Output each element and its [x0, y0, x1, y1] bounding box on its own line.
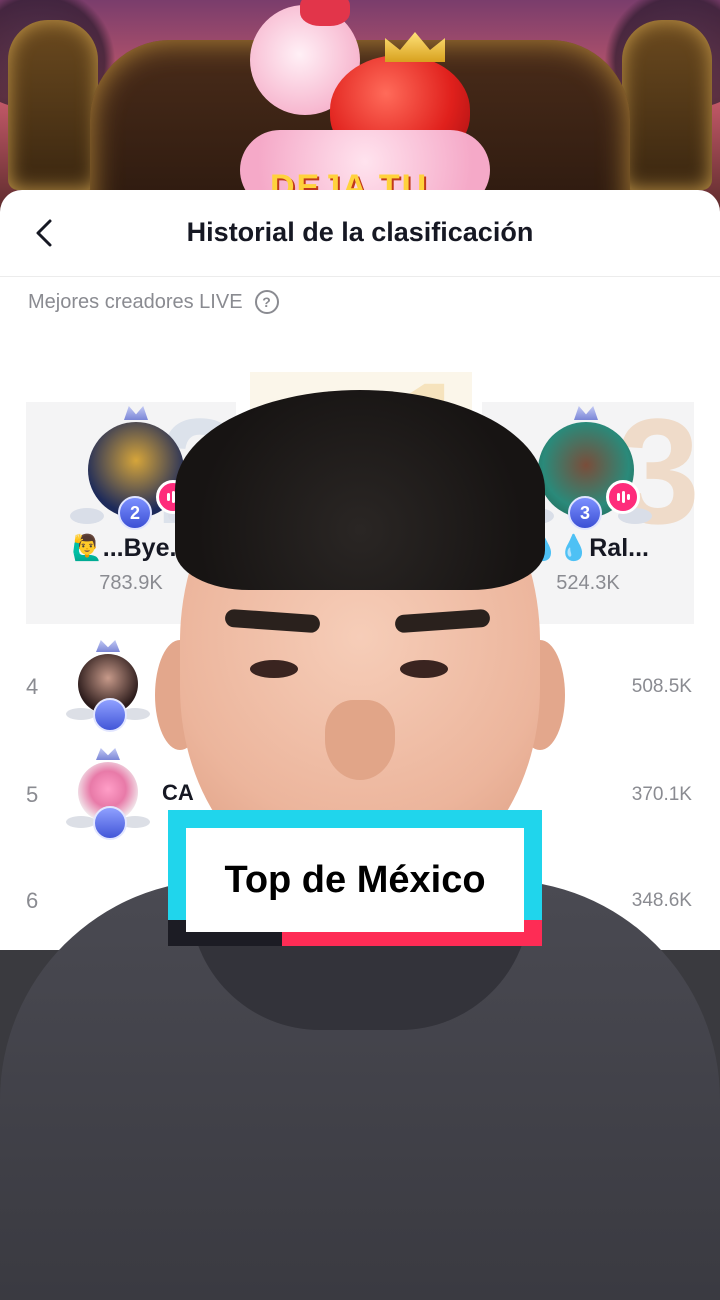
podium-second-place[interactable]: 2 2 🙋‍♂️...Bye... 783.9K — [26, 396, 242, 624]
row-rank: 5 — [26, 782, 39, 807]
crest-icon — [574, 406, 598, 420]
page-title: Historial de la clasificación — [186, 217, 534, 247]
caption-box: Top de México — [186, 828, 524, 932]
crest-icon — [96, 640, 120, 652]
row-score: 370.1K — [631, 784, 692, 805]
crown-icon — [385, 32, 445, 62]
creator-name: 💧💧Ral... — [527, 534, 649, 562]
live-indicator-icon — [156, 480, 190, 514]
event-banner[interactable]: DEJA TU — [0, 0, 720, 215]
row-name: CA — [162, 780, 194, 805]
row-score: 348.6K — [631, 890, 692, 911]
avatar[interactable]: 2 — [70, 406, 202, 530]
rank-badge-icon — [93, 698, 127, 732]
row-rank: 4 — [26, 674, 39, 699]
bow-decoration — [300, 0, 350, 26]
question-circle-icon[interactable]: ? — [254, 290, 279, 314]
rank-badge-icon — [93, 806, 127, 840]
creator-score: 524.3K — [556, 572, 620, 594]
row-score: 508.5K — [631, 676, 692, 697]
panel-header: Historial de la clasificación — [0, 190, 720, 277]
live-indicator-icon — [606, 480, 640, 514]
crest-icon — [96, 748, 120, 760]
wing-decoration — [66, 708, 96, 720]
caption-text: Top de México — [224, 858, 486, 901]
crest-icon — [124, 406, 148, 420]
podium-third-place[interactable]: 3 3 💧💧Ral... 524.3K — [482, 396, 700, 624]
section-heading: Mejores creadores LIVE ? — [28, 290, 279, 314]
section-label: Mejores creadores LIVE — [28, 290, 243, 313]
table-row[interactable]: 4 508.5K — [0, 638, 720, 742]
podium-first-place[interactable]: 1 — [250, 360, 472, 624]
rank-badge: 2 — [118, 496, 152, 530]
podium-rank-number: 1 — [388, 351, 472, 519]
statue-right-decoration — [622, 20, 712, 190]
creator-name: 🙋‍♂️...Bye... — [71, 534, 191, 562]
row-rank: 6 — [26, 888, 39, 913]
wing-decoration — [66, 816, 96, 828]
rank-badge: 3 — [568, 496, 602, 530]
avatar[interactable]: 3 — [520, 406, 652, 530]
wing-decoration — [520, 508, 554, 524]
statue-left-decoration — [8, 20, 98, 190]
wing-decoration — [70, 508, 104, 524]
creator-score: 783.9K — [99, 572, 163, 594]
video-caption: Top de México — [168, 810, 542, 946]
